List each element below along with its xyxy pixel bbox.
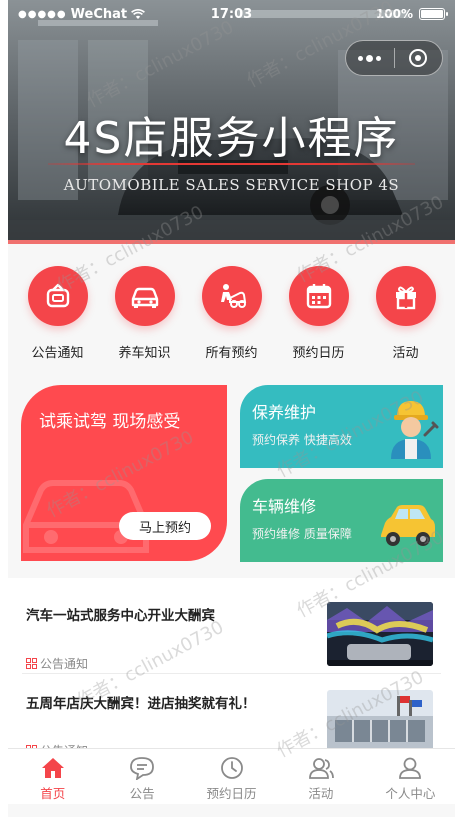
nav-label: 预约日历 [292, 346, 345, 361]
dealership-building-image [327, 690, 433, 754]
wifi-icon [131, 8, 146, 19]
close-button[interactable] [395, 41, 443, 75]
news-tag: 公告通知 [26, 655, 88, 672]
promo-section: 试乘试驾 现场感受 马上预约 保养维护 预约保养 快捷高效 车辆维修 预约维修 … [8, 366, 455, 578]
battery-percent: 100% [375, 7, 413, 21]
car-outline-icon [23, 480, 149, 553]
repair-title: 车辆维修 [252, 497, 317, 516]
test-drive-title: 试乘试驾 现场感受 [39, 412, 181, 432]
banner-title: 4S店服务小程序 [63, 113, 400, 164]
nav-item-all-appointments[interactable]: 所有预约 [192, 244, 272, 366]
mini-program-screen: 4S店服务小程序 AUTOMOBILE SALES SERVICE SHOP 4… [8, 0, 455, 817]
nav-label: 养车知识 [118, 346, 171, 361]
nav-item-activity[interactable]: 活动 [366, 244, 446, 366]
clock-icon [220, 757, 243, 779]
nav-label: 公告通知 [31, 346, 84, 361]
yellow-car-icon [381, 505, 435, 546]
car-icon [131, 287, 158, 308]
home-icon [41, 758, 64, 778]
mini-program-capsule [345, 40, 443, 76]
close-ring-icon [409, 49, 428, 67]
carrier-label: WeChat [70, 6, 128, 22]
tab-label: 公告 [129, 786, 155, 801]
test-drive-card[interactable]: 试乘试驾 现场感受 马上预约 [21, 385, 227, 561]
news-title: 五周年店庆大酬宾！进店抽奖就有礼！ [26, 696, 256, 712]
tab-bar: 首页 公告 预约日历 活动 个人中心 [8, 748, 455, 804]
news-tag-label: 公告通知 [40, 657, 89, 671]
nav-item-calendar[interactable]: 预约日历 [279, 244, 359, 366]
tab-home[interactable]: 首页 [8, 749, 97, 804]
maintenance-card[interactable]: 保养维护 预约保养 快捷高效 [240, 385, 443, 468]
icon-nav: 公告通知 养车知识 所有预约 预约日历 活动 [8, 244, 455, 366]
repair-icon [220, 284, 246, 308]
nav-item-notice[interactable]: 公告通知 [18, 244, 98, 366]
notice-icon [46, 283, 69, 308]
tab-profile[interactable]: 个人中心 [366, 749, 455, 804]
nav-label: 所有预约 [205, 346, 258, 361]
nav-item-car-knowledge[interactable]: 养车知识 [105, 244, 185, 366]
mechanic-icon [391, 401, 439, 459]
nav-label: 活动 [392, 346, 419, 361]
list-item[interactable]: 汽车一站式服务中心开业大酬宾 公告通知 [22, 578, 441, 674]
battery-icon [419, 8, 448, 20]
maintenance-title: 保养维护 [252, 403, 317, 422]
signal-icon: ●●●●● [18, 8, 67, 20]
calendar-icon [306, 284, 331, 309]
tab-notice[interactable]: 公告 [97, 749, 186, 804]
repair-subtitle: 预约维修 质量保障 [252, 527, 352, 541]
tab-label: 首页 [40, 786, 66, 801]
grid-icon [26, 658, 37, 669]
car-wash-image [327, 602, 433, 666]
tab-label: 活动 [308, 786, 334, 801]
banner-divider [48, 163, 415, 165]
more-dots-icon [358, 54, 382, 62]
user-icon [399, 757, 422, 779]
news-thumbnail [327, 602, 433, 666]
status-bar: ●●●●● WeChat 17:03 100% [8, 0, 455, 28]
book-now-button[interactable]: 马上预约 [119, 512, 211, 540]
tab-calendar[interactable]: 预约日历 [187, 749, 276, 804]
gift-icon [395, 286, 416, 310]
list-item[interactable]: 五周年店庆大酬宾！进店抽奖就有礼！ 公告通知 [22, 674, 441, 758]
chat-bubble-icon [130, 757, 155, 780]
tab-label: 个人中心 [385, 786, 436, 801]
bottom-safe-area [8, 804, 455, 817]
more-button[interactable] [346, 41, 394, 75]
tab-label: 预约日历 [206, 786, 257, 801]
repair-card[interactable]: 车辆维修 预约维修 质量保障 [240, 479, 443, 562]
users-icon [309, 758, 334, 779]
banner[interactable]: 4S店服务小程序 AUTOMOBILE SALES SERVICE SHOP 4… [8, 0, 455, 244]
news-list: 汽车一站式服务中心开业大酬宾 公告通知 五周年店庆大酬宾！进店抽奖就有礼！ [8, 578, 455, 758]
banner-subtitle: AUTOMOBILE SALES SERVICE SHOP 4S [63, 176, 400, 194]
maintenance-subtitle: 预约保养 快捷高效 [252, 433, 352, 447]
news-thumbnail [327, 690, 433, 754]
tab-activity[interactable]: 活动 [276, 749, 365, 804]
news-title: 汽车一站式服务中心开业大酬宾 [26, 608, 215, 624]
